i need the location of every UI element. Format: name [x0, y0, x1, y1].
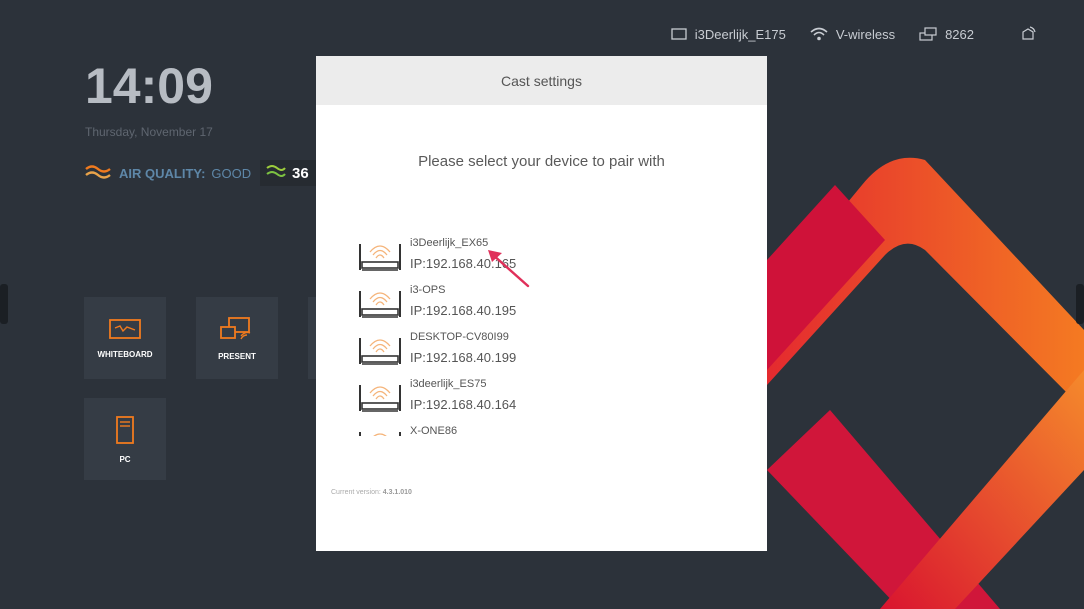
present-icon	[219, 316, 255, 352]
device-ip: IP:192.168.40.164	[410, 397, 517, 412]
leaf-icon	[266, 164, 286, 182]
pair-code-status[interactable]: 8262	[919, 27, 974, 42]
right-drawer-handle[interactable]	[1076, 284, 1084, 324]
device-name: X-ONE86	[410, 425, 458, 436]
pair-code: 8262	[945, 26, 974, 42]
device-ip: IP:192.168.40.199	[410, 350, 517, 365]
tile-present-label: PRESENT	[218, 351, 256, 361]
version-number: 4.3.1.010	[382, 489, 412, 496]
annotation-arrow-icon	[488, 250, 530, 288]
version-label: Current version:	[331, 489, 381, 496]
cast-icon	[1020, 26, 1036, 42]
device-name: DESKTOP-CV80I99	[410, 331, 509, 343]
clock-time: 14:09	[85, 58, 213, 114]
router-icon	[356, 379, 404, 419]
device-name: i3deerlijk_ES75	[410, 378, 487, 390]
cast-settings-dialog: Cast settings Please select your device …	[316, 56, 767, 551]
tile-pc[interactable]: PC	[84, 398, 166, 480]
wifi-name: V-wireless	[835, 26, 896, 42]
device-ip: IP:192.168.40.195	[410, 303, 517, 318]
screen-icon	[671, 28, 687, 40]
display-status[interactable]: i3Deerlijk_E175	[671, 27, 786, 42]
router-icon	[356, 238, 404, 278]
tile-whiteboard-label: WHITEBOARD	[97, 349, 153, 359]
pc-icon	[114, 415, 136, 455]
display-name: i3Deerlijk_E175	[694, 26, 786, 42]
whiteboard-icon	[108, 318, 142, 350]
cast-button[interactable]	[1020, 26, 1036, 42]
tile-present[interactable]: PRESENT	[196, 297, 278, 379]
router-icon	[356, 426, 404, 436]
tile-whiteboard[interactable]: WHITEBOARD	[84, 297, 166, 379]
air-reading-badge: 36	[260, 160, 316, 186]
air-quality-label: AIR QUALITY:	[119, 165, 206, 181]
clock-date: Thursday, November 17	[85, 125, 213, 139]
air-quality-icon	[85, 164, 111, 183]
tile-partially-hidden	[308, 297, 316, 379]
router-icon	[356, 285, 404, 325]
device-item[interactable]: X-ONE86	[356, 422, 736, 436]
device-item[interactable]: i3-OPS IP:192.168.40.195	[356, 281, 736, 328]
tile-pc-label: PC	[119, 454, 131, 464]
device-item[interactable]: DESKTOP-CV80I99 IP:192.168.40.199	[356, 328, 736, 375]
status-bar: i3Deerlijk_E175 V-wireless 8262	[653, 25, 1036, 43]
wifi-status[interactable]: V-wireless	[810, 27, 895, 42]
router-icon	[356, 332, 404, 372]
air-quality-value: GOOD	[211, 165, 252, 181]
wifi-icon	[810, 27, 828, 41]
dialog-title: Cast settings	[501, 72, 582, 89]
left-drawer-handle[interactable]	[0, 284, 8, 324]
device-item[interactable]: i3deerlijk_ES75 IP:192.168.40.164	[356, 375, 736, 422]
air-quality: AIR QUALITY: GOOD	[85, 164, 251, 182]
air-reading-value: 36	[292, 164, 309, 182]
device-item[interactable]: i3Deerlijk_EX65 IP:192.168.40.165	[356, 234, 736, 281]
dialog-prompt: Please select your device to pair with	[418, 153, 665, 170]
version-info: Current version: 4.3.1.010	[331, 489, 412, 496]
dialog-header: Cast settings	[316, 56, 767, 105]
device-list[interactable]: i3Deerlijk_EX65 IP:192.168.40.165 i3-OPS…	[356, 234, 736, 436]
network-icon	[919, 27, 937, 41]
